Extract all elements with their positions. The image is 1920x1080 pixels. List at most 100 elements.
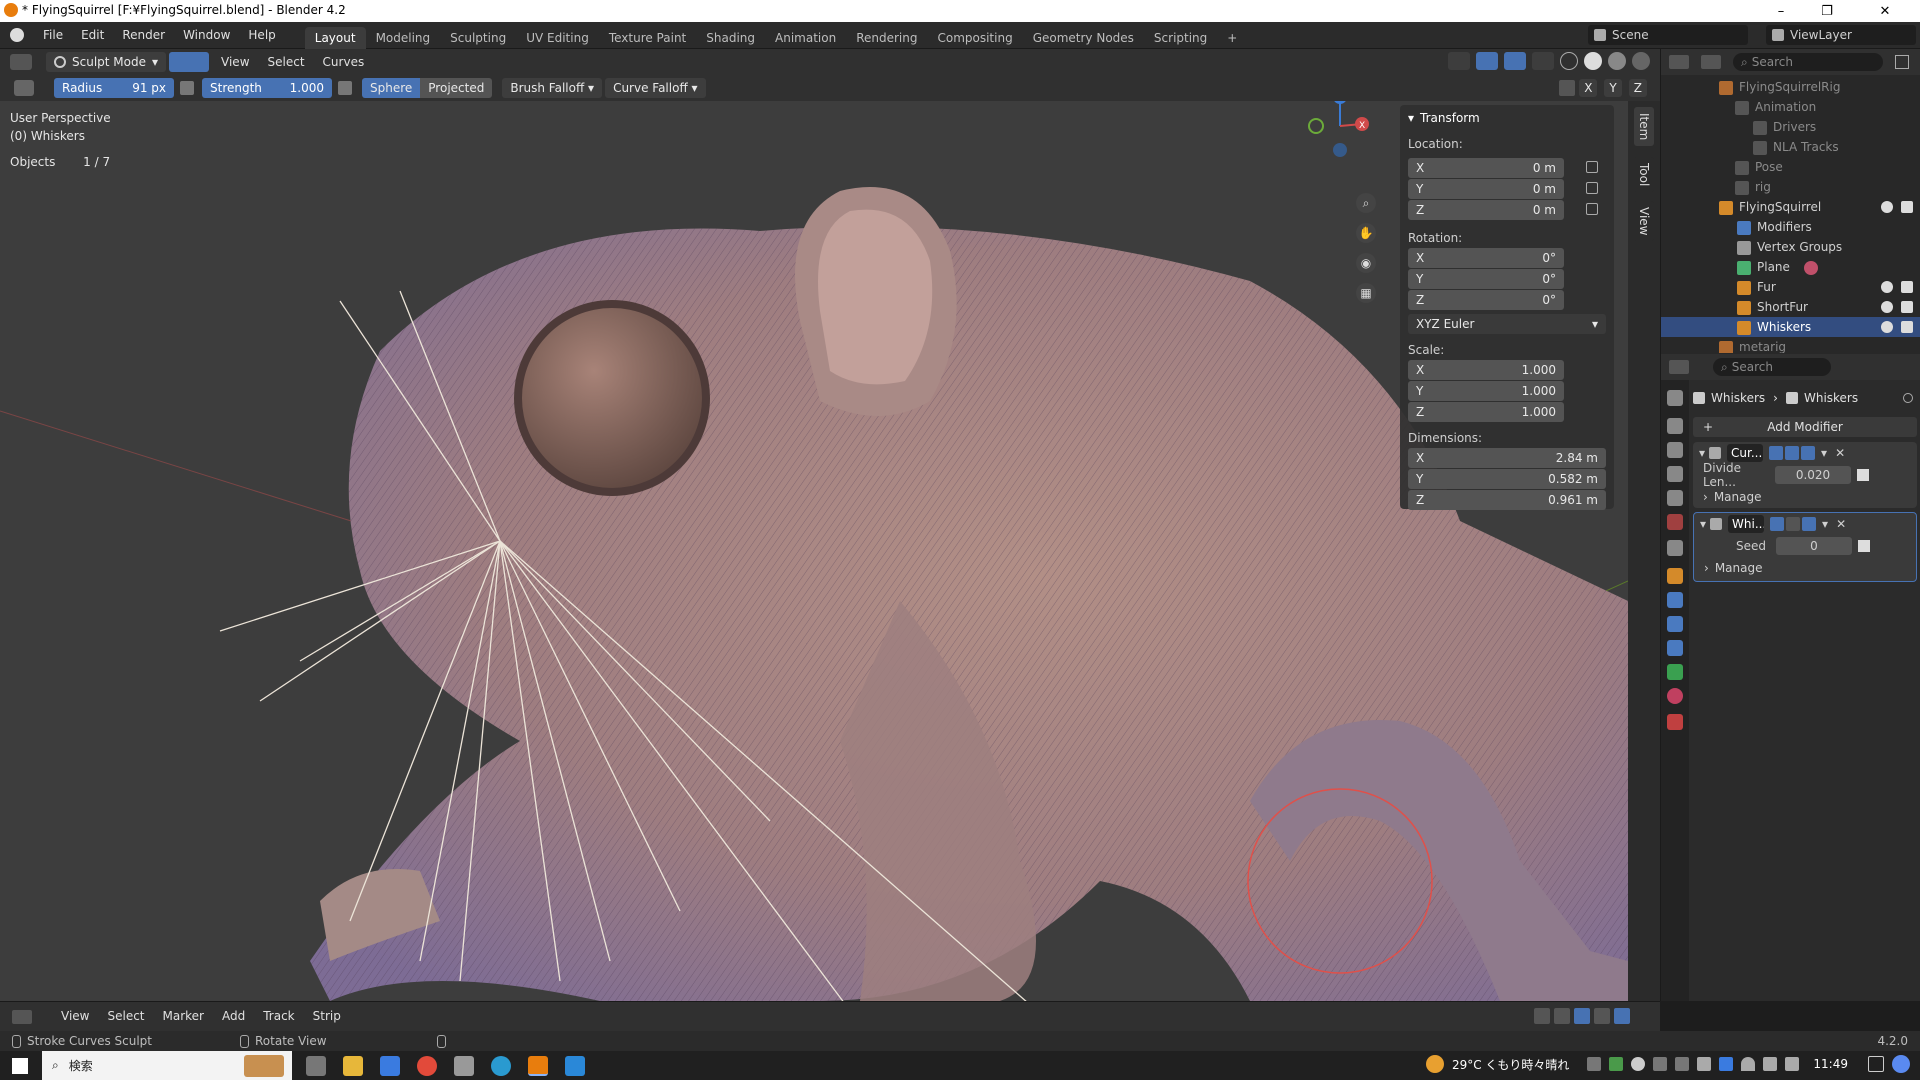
lock-icon[interactable] [1586, 161, 1598, 173]
notes-app-icon[interactable] [454, 1055, 474, 1076]
seed-value[interactable]: 0 [1776, 537, 1852, 555]
outliner-row[interactable]: Fur [1661, 277, 1920, 297]
scale-x-field[interactable]: X 1.000 [1408, 360, 1564, 380]
blender-menu-icon[interactable] [10, 28, 24, 42]
render-toggle-icon[interactable] [1802, 517, 1817, 531]
brush-icon[interactable] [14, 80, 34, 96]
camera-render-icon[interactable] [1901, 321, 1913, 333]
chevron-down-icon[interactable]: ▾ [1700, 517, 1706, 531]
outliner-row[interactable]: Animation [1661, 97, 1920, 117]
taskbar-search-box[interactable]: ⌕ 検索 [42, 1051, 292, 1080]
tray-app-icon[interactable] [1609, 1057, 1624, 1071]
weather-icon[interactable] [1425, 1055, 1444, 1073]
filter-icon[interactable] [1594, 1008, 1610, 1024]
menu-edit[interactable]: Edit [72, 22, 113, 49]
outliner-row[interactable]: FlyingSquirrel [1661, 197, 1920, 217]
particles-tab-icon[interactable] [1667, 616, 1683, 632]
tab-compositing[interactable]: Compositing [927, 27, 1022, 49]
eye-icon[interactable] [1881, 321, 1893, 333]
brush-falloff-dropdown[interactable]: Brush Falloff ▾ [502, 78, 603, 98]
viewport-toggle-icon[interactable] [1786, 517, 1801, 531]
timeline-menu-view[interactable]: View [52, 1003, 98, 1030]
view-layer-tab-icon[interactable] [1667, 466, 1683, 482]
store-icon[interactable] [380, 1055, 400, 1076]
texture-tab-icon[interactable] [1667, 714, 1683, 730]
dimensions-z-field[interactable]: Z 0.961 m [1408, 490, 1606, 510]
tray-app-icon[interactable] [1587, 1057, 1602, 1071]
3d-viewport[interactable]: Z X User Perspective (0) Whiskers Object… [0, 101, 1628, 1001]
copilot-icon[interactable] [1892, 1055, 1910, 1073]
preview-toggle-icon[interactable] [1574, 1008, 1590, 1024]
edge-icon[interactable] [491, 1055, 511, 1076]
viewlayer-selector[interactable]: ViewLayer [1766, 25, 1916, 45]
rotation-z-field[interactable]: Z 0° [1408, 290, 1564, 310]
mode-selector[interactable]: Sculpt Mode ▾ [46, 52, 167, 72]
tab-animation[interactable]: Animation [765, 27, 846, 49]
manage-subpanel[interactable]: › Manage [1694, 557, 1916, 579]
timeline-menu-strip[interactable]: Strip [304, 1003, 350, 1030]
lock-icon[interactable] [1586, 182, 1598, 194]
properties-search-input[interactable]: ⌕ Search [1713, 358, 1831, 376]
menu-render[interactable]: Render [113, 22, 174, 49]
falloff-sphere-button[interactable]: Sphere [362, 78, 421, 98]
close-icon[interactable]: ✕ [1836, 517, 1846, 531]
cursor-tool-icon[interactable] [1534, 1008, 1550, 1024]
modifier-name-field[interactable]: Whi... [1728, 515, 1765, 533]
chevron-down-icon[interactable]: ▾ [1821, 446, 1827, 460]
outliner-row[interactable]: Plane [1661, 257, 1920, 277]
tab-tool[interactable]: Tool [1634, 157, 1654, 193]
editor-type-icon[interactable] [10, 54, 32, 70]
divide-length-value[interactable]: 0.020 [1775, 466, 1851, 484]
outliner-row-selected[interactable]: Whiskers [1661, 317, 1920, 337]
editmode-toggle-icon[interactable] [1769, 446, 1784, 460]
viewport-toggle-icon[interactable] [1785, 446, 1800, 460]
scene-selector[interactable]: Scene [1588, 25, 1748, 45]
radius-field[interactable]: Radius 91 px [54, 78, 174, 98]
rotation-mode-dropdown[interactable]: XYZ Euler ▾ [1408, 314, 1606, 334]
tray-app-icon[interactable] [1675, 1057, 1690, 1071]
visibility-icon[interactable] [1448, 52, 1470, 70]
bluetooth-icon[interactable] [1719, 1057, 1734, 1071]
node-socket-icon[interactable] [1858, 540, 1870, 552]
modifier-tab-icon[interactable] [1667, 592, 1683, 608]
editmode-toggle-icon[interactable] [1770, 517, 1785, 531]
chrome-icon[interactable] [417, 1055, 437, 1076]
tab-uv-editing[interactable]: UV Editing [516, 27, 599, 49]
outliner-row[interactable]: rig [1661, 177, 1920, 197]
grid-view-icon[interactable]: ▦ [1356, 283, 1376, 303]
pressure-pen-icon[interactable] [180, 81, 194, 95]
timeline-menu-add[interactable]: Add [213, 1003, 254, 1030]
blender-taskbar-icon[interactable] [528, 1055, 548, 1076]
transform-header[interactable]: ▾ Transform [1400, 105, 1614, 131]
outliner-row[interactable]: metarig [1661, 337, 1920, 353]
location-y-field[interactable]: Y 0 m [1408, 179, 1564, 199]
outliner-editor-icon[interactable] [1669, 55, 1689, 69]
tab-shading[interactable]: Shading [696, 27, 765, 49]
curve-falloff-dropdown[interactable]: Curve Falloff ▾ [605, 78, 706, 98]
tab-item[interactable]: Item [1634, 107, 1654, 147]
outliner-row[interactable]: Pose [1661, 157, 1920, 177]
tab-layout[interactable]: Layout [304, 26, 366, 49]
tab-modeling[interactable]: Modeling [366, 27, 441, 49]
menu-select[interactable]: Select [259, 49, 314, 76]
camera-render-icon[interactable] [1901, 281, 1913, 293]
eye-icon[interactable] [1881, 201, 1893, 213]
mirror-x-button[interactable]: X [1579, 79, 1598, 97]
overlay-icon[interactable] [1614, 1008, 1630, 1024]
scale-y-field[interactable]: Y 1.000 [1408, 381, 1564, 401]
gizmo-y-axis[interactable] [1308, 118, 1324, 134]
display-mode-icon[interactable] [1701, 55, 1721, 69]
location-x-field[interactable]: X 0 m [1408, 158, 1564, 178]
gizmo-neg-z[interactable] [1333, 143, 1347, 157]
outliner-row[interactable]: NLA Tracks [1661, 137, 1920, 157]
scale-z-field[interactable]: Z 1.000 [1408, 402, 1564, 422]
rotation-x-field[interactable]: X 0° [1408, 248, 1564, 268]
dimensions-x-field[interactable]: X 2.84 m [1408, 448, 1606, 468]
file-explorer-icon[interactable] [343, 1055, 363, 1076]
lock-icon[interactable] [1586, 203, 1598, 215]
timeline-menu-marker[interactable]: Marker [154, 1003, 213, 1030]
close-icon[interactable]: ✕ [1835, 446, 1845, 460]
gizmo-toggle-icon[interactable] [1476, 52, 1498, 70]
notification-icon[interactable] [1868, 1056, 1884, 1072]
object-tab-icon[interactable] [1667, 568, 1683, 584]
